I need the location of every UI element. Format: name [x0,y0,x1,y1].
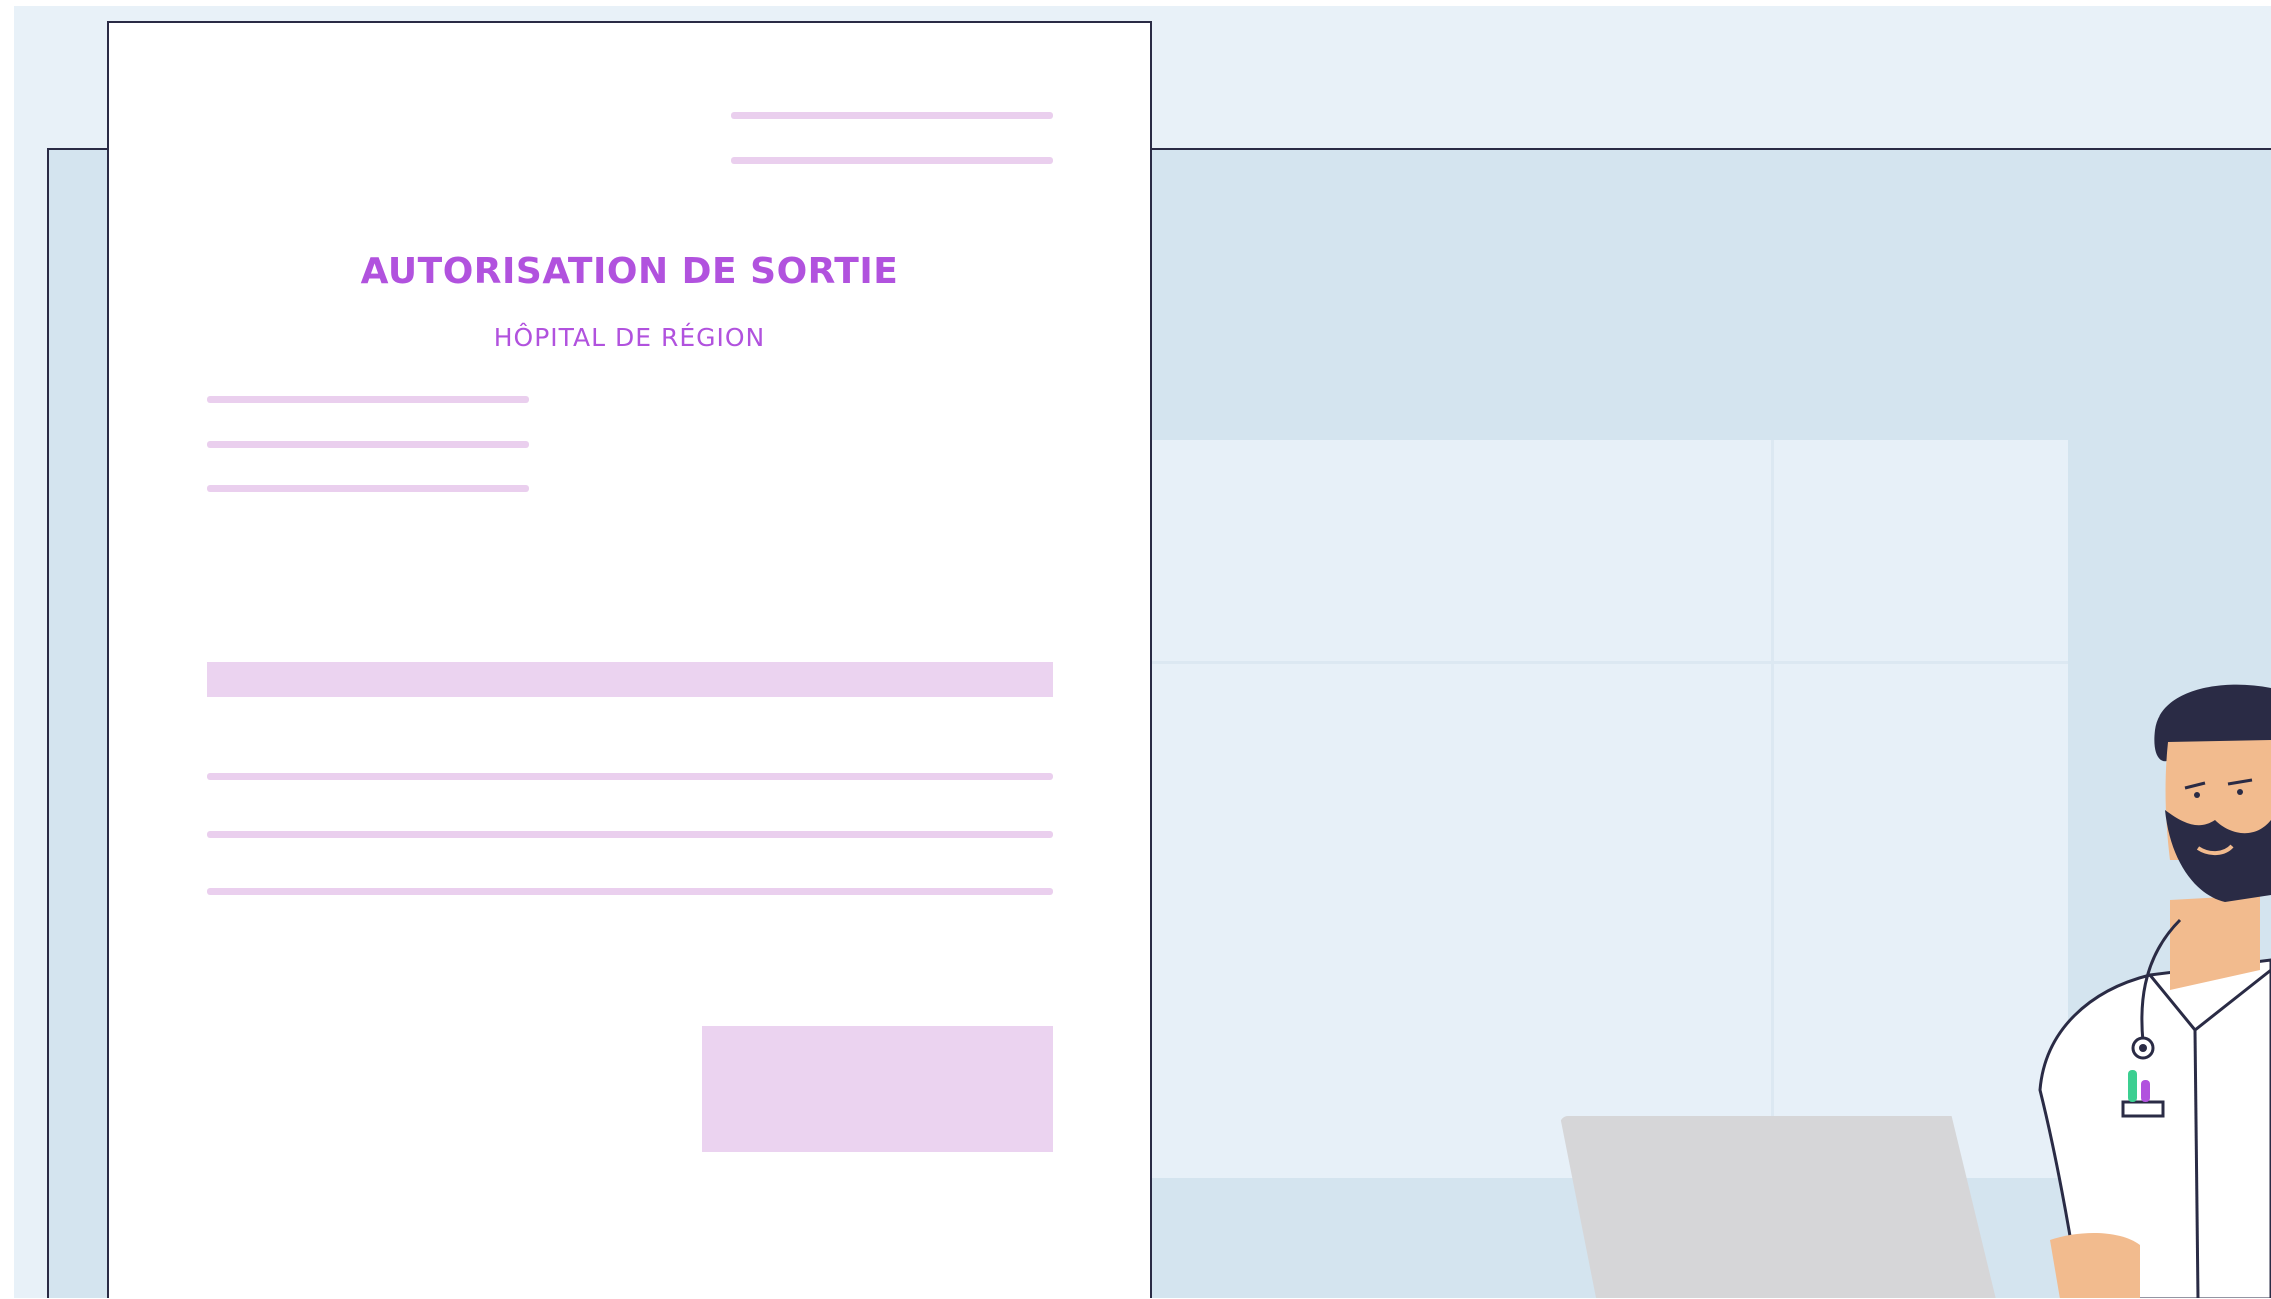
body-line [207,773,1053,780]
body-line [207,831,1053,838]
document-title: AUTORISATION DE SORTIE [360,251,899,292]
window-mullion-vertical [1771,440,1774,1178]
window-mullion-horizontal [1120,661,2068,664]
office-window [1120,440,2068,1178]
body-line [207,888,1053,895]
laptop-icon [1560,1116,2000,1299]
discharge-document: AUTORISATION DE SORTIE HÔPITAL DE RÉGION [107,21,1152,1299]
signature-box [702,1026,1053,1152]
highlight-bar [207,662,1053,697]
doctor-illustration [2038,684,2271,1299]
document-subtitle: HÔPITAL DE RÉGION [493,323,766,352]
address-line [207,396,529,403]
address-line [207,441,529,448]
illustration-scene: AUTORISATION DE SORTIE HÔPITAL DE RÉGION [0,0,2271,1299]
header-line [731,112,1053,119]
address-line [207,485,529,492]
background-left-strip [14,6,48,1299]
header-line [731,157,1053,164]
